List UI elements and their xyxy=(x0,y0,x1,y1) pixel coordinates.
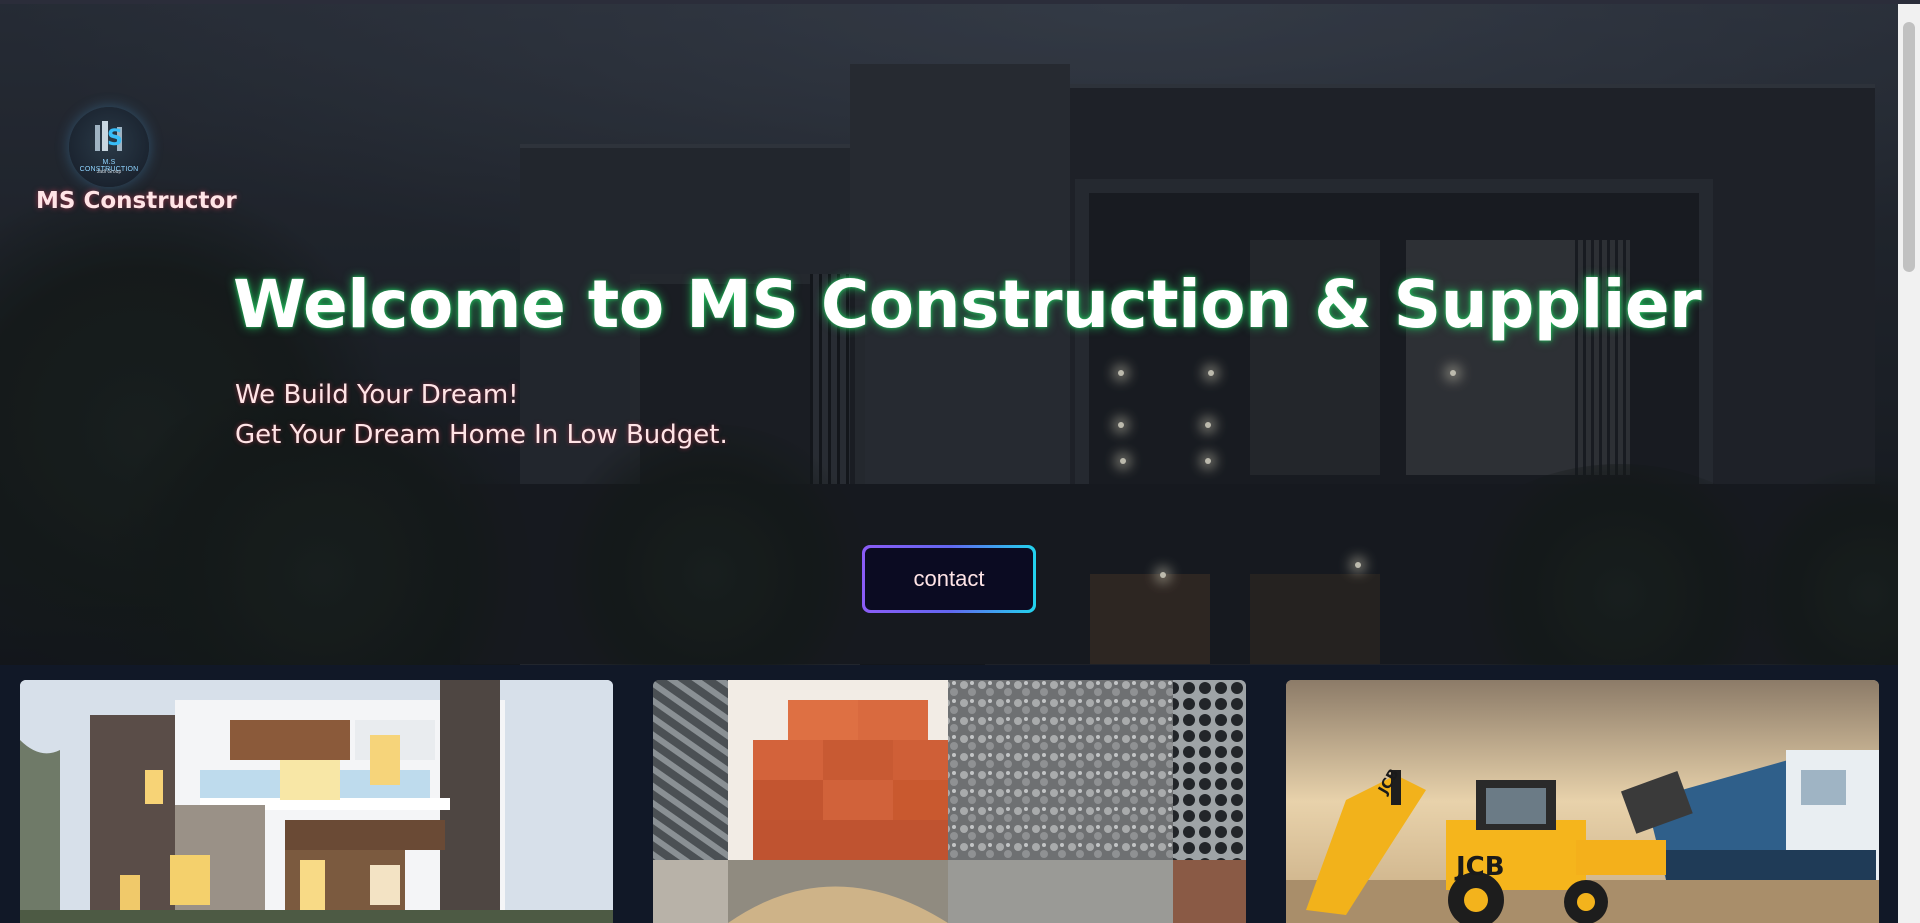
scrollbar-thumb[interactable] xyxy=(1903,22,1915,272)
brand-logo[interactable]: S M.S CONSTRUCTION Jadi Group xyxy=(69,107,149,187)
hero-subline-1: We Build Your Dream! xyxy=(235,380,519,410)
contact-button-label: contact xyxy=(865,548,1033,610)
brand-name[interactable]: MS Constructor xyxy=(36,188,237,214)
hero-subline-2: Get Your Dream Home In Low Budget. xyxy=(235,420,728,450)
hero-headline: Welcome to MS Construction & Supplier xyxy=(233,266,1702,343)
logo-building-icon: S xyxy=(95,121,123,151)
service-card-house[interactable] xyxy=(20,680,613,923)
service-card-materials[interactable] xyxy=(653,680,1246,923)
modern-house-image xyxy=(20,680,613,923)
logo-tagline: Jadi Group xyxy=(96,169,122,175)
construction-materials-image xyxy=(653,680,1246,923)
page-scrollbar[interactable] xyxy=(1898,4,1920,923)
contact-button[interactable]: contact xyxy=(862,545,1036,613)
construction-machinery-image: JCB JCB xyxy=(1286,680,1879,923)
page: S M.S CONSTRUCTION Jadi Group MS Constru… xyxy=(0,0,1920,923)
service-card-machinery[interactable]: JCB JCB xyxy=(1286,680,1879,923)
svg-text:JCB: JCB xyxy=(1454,852,1505,882)
svg-text:S: S xyxy=(107,126,123,151)
